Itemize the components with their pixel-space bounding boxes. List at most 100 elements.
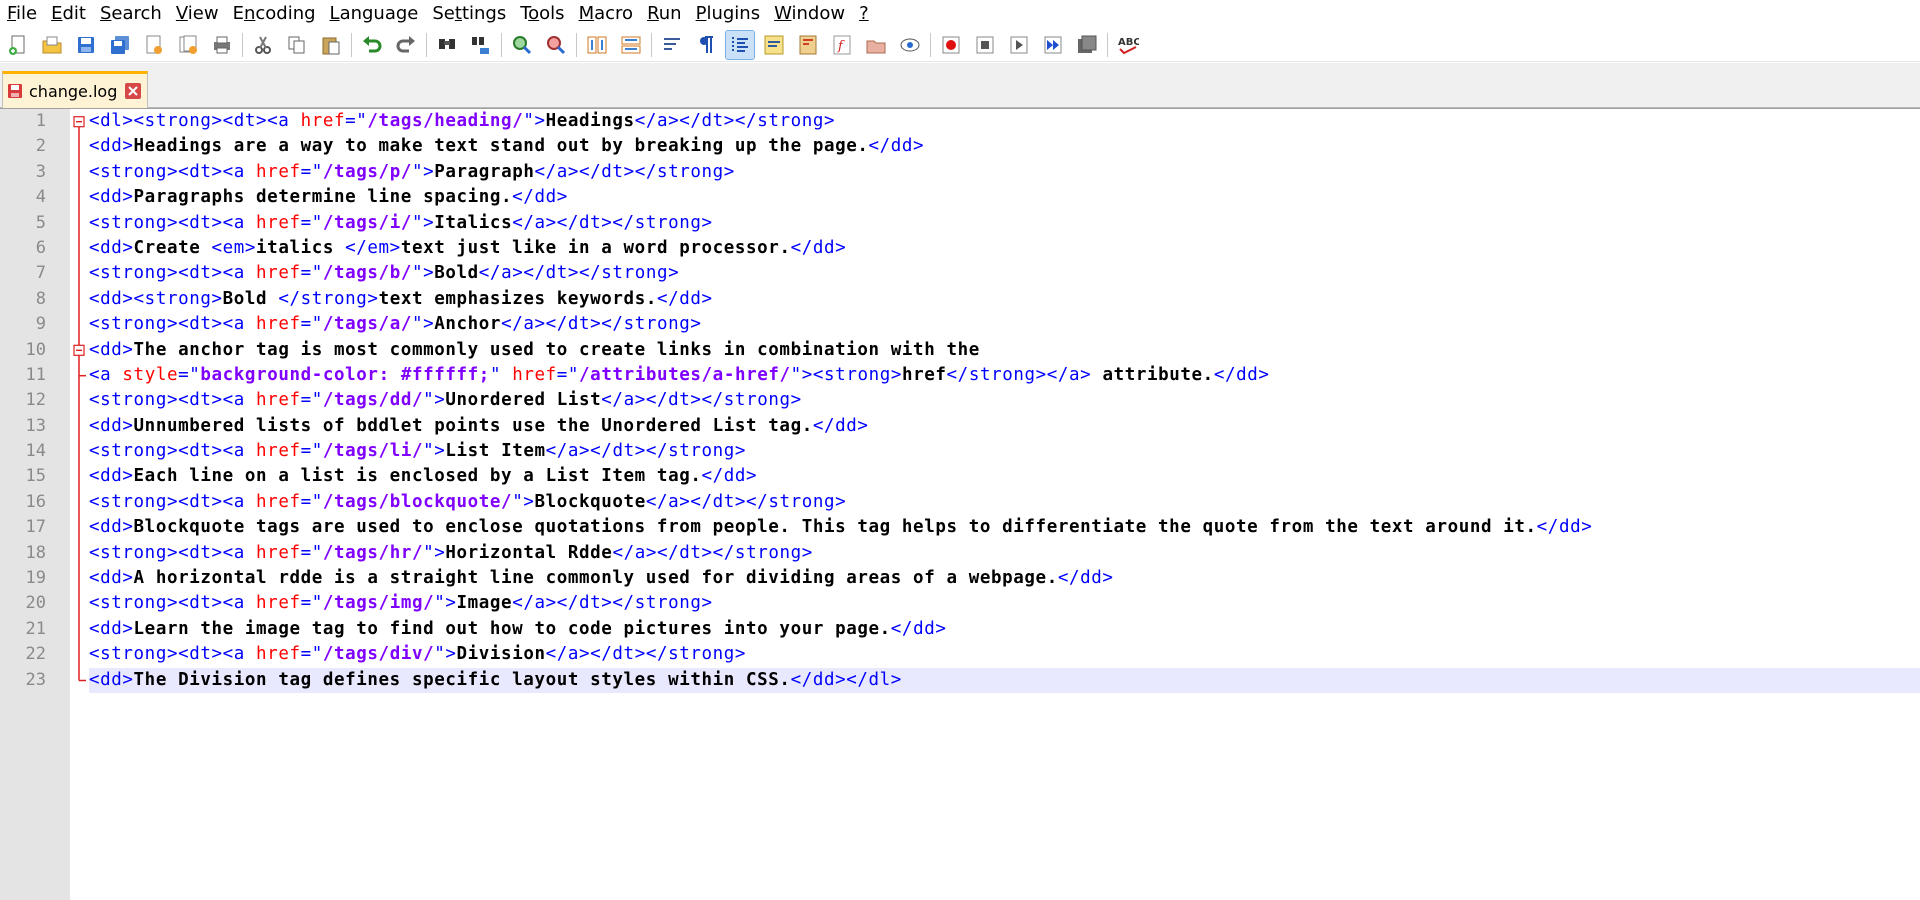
find-icon[interactable] [433, 31, 461, 59]
code-line[interactable]: <dd>Create <em>italics </em>text just li… [89, 236, 1920, 261]
menu-tools[interactable]: Tools [513, 0, 571, 27]
close-all-icon[interactable] [174, 31, 202, 59]
replace-icon[interactable] [467, 31, 495, 59]
word-wrap-icon[interactable] [658, 31, 686, 59]
code-line[interactable]: <strong><dt><a href="/tags/div/">Divisio… [89, 642, 1920, 667]
menu-window[interactable]: Window [767, 0, 852, 27]
editor-area[interactable]: 1 2 3 4 5 6 7 8 9 10 11 12 13 14 15 16 17 18 19 20 21 22 23 <d… [0, 108, 1920, 900]
cut-icon[interactable] [249, 31, 277, 59]
play-macro-icon[interactable] [1005, 31, 1033, 59]
code-token: <dd> [89, 517, 134, 538]
line-number: 7 [35, 263, 46, 284]
code-token: /tags/heading/ [367, 111, 524, 131]
menu-file[interactable]: File [0, 0, 44, 27]
code-line[interactable]: <strong><dt><a href="/tags/hr/">Horizont… [89, 541, 1920, 566]
code-line[interactable]: <dd>The anchor tag is most commonly used… [89, 338, 1920, 363]
save-icon[interactable] [72, 31, 100, 59]
menu-mnemonic: E [51, 3, 63, 24]
code-line[interactable]: <dd>The Division tag defines specific la… [89, 667, 1920, 693]
code-line[interactable]: <dd>Each line on a list is enclosed by a… [89, 464, 1920, 489]
close-icon[interactable] [140, 31, 168, 59]
code-token: /tags/hr/ [322, 542, 424, 563]
code-token: </a></dt></strong> [512, 212, 713, 233]
menu-plugins[interactable]: Plugins [689, 0, 767, 27]
code-token: "> [411, 212, 435, 233]
menu-language[interactable]: Language [323, 0, 426, 27]
code-token: Paragraphs determine line spacing. [133, 187, 513, 208]
menu-view[interactable]: View [169, 0, 226, 27]
menu-help[interactable]: ? [852, 0, 876, 27]
code-token: <dd> [89, 136, 134, 157]
print-icon[interactable] [208, 31, 236, 59]
code-line[interactable]: <strong><dt><a href="/tags/li/">List Ite… [89, 439, 1920, 464]
code-token: Unnumbered lists of bddlet points use th… [133, 415, 813, 436]
code-line[interactable]: <strong><dt><a href="/tags/blockquote/">… [89, 490, 1920, 515]
code-line[interactable]: <dl><strong><dt><a href="/tags/heading/"… [89, 109, 1920, 134]
code-token: Horizontal Rdde [445, 542, 613, 563]
folder-workspace-icon[interactable] [862, 31, 890, 59]
toolbar-separator [576, 32, 577, 57]
code-line[interactable]: <dd>Paragraphs determine line spacing.</… [89, 185, 1920, 210]
run-macro-multiple-icon[interactable] [1039, 31, 1067, 59]
code-token: text emphasizes keywords. [378, 288, 657, 309]
doc-map-icon[interactable] [794, 31, 822, 59]
open-file-icon[interactable] [38, 31, 66, 59]
code-token: Unordered List [445, 390, 602, 411]
redo-icon[interactable] [392, 31, 420, 59]
menu-encoding[interactable]: Encoding [226, 0, 323, 27]
code-token: </dd> [512, 187, 568, 208]
sync-vertical-icon[interactable] [583, 31, 611, 59]
undo-icon[interactable] [358, 31, 386, 59]
record-macro-icon[interactable] [937, 31, 965, 59]
menu-mnemonic: n [243, 3, 256, 24]
code-line[interactable]: <dd>Blockquote tags are used to enclose … [89, 515, 1920, 540]
code-line[interactable]: <strong><dt><a href="/tags/a/">Anchor</a… [89, 312, 1920, 337]
zoom-out-icon[interactable] [542, 31, 570, 59]
code-text[interactable]: <dl><strong><dt><a href="/tags/heading/"… [89, 109, 1920, 693]
code-token: </a></dt></strong> [545, 644, 747, 665]
code-token: /tags/div/ [322, 644, 435, 665]
stop-record-icon[interactable] [971, 31, 999, 59]
show-all-chars-icon[interactable] [692, 31, 720, 59]
sync-horizontal-icon[interactable] [617, 31, 645, 59]
code-line[interactable]: <dd>Learn the image tag to find out how … [89, 617, 1920, 642]
monitoring-icon[interactable] [896, 31, 924, 59]
code-token: <strong><dt><a [89, 390, 257, 411]
line-number: 11 [25, 364, 46, 385]
copy-icon[interactable] [283, 31, 311, 59]
code-token: /tags/a/ [322, 314, 412, 335]
spell-check-icon[interactable]: ABC [1114, 31, 1142, 59]
menu-bar: File Edit Search View Encoding Language Settin… [0, 0, 1920, 27]
fold-margin[interactable] [70, 109, 88, 900]
close-tab-icon[interactable] [125, 83, 142, 99]
menu-macro[interactable]: Macro [572, 0, 640, 27]
menu-run[interactable]: Run [640, 0, 689, 27]
code-line[interactable]: <strong><dt><a href="/tags/p/">Paragraph… [89, 160, 1920, 185]
code-token: </a></dt></strong> [512, 593, 713, 614]
code-token: href [256, 161, 301, 182]
menu-edit[interactable]: Edit [44, 0, 93, 27]
code-line[interactable]: <strong><dt><a href="/tags/b/">Bold</a><… [89, 261, 1920, 286]
code-token: href [256, 390, 301, 411]
code-token: style [122, 364, 179, 385]
indent-guide-icon[interactable] [725, 29, 755, 60]
code-line[interactable]: <a style="background-color: #ffffff;" hr… [89, 363, 1920, 388]
new-file-icon[interactable] [4, 31, 32, 59]
code-line[interactable]: <dd>Unnumbered lists of bddlet points us… [89, 414, 1920, 439]
menu-search[interactable]: Search [93, 0, 169, 27]
menu-settings[interactable]: Settings [425, 0, 513, 27]
function-list-icon[interactable]: f [828, 31, 856, 59]
code-line[interactable]: <dd>A horizontal rdde is a straight line… [89, 566, 1920, 591]
code-line[interactable]: <strong><dt><a href="/tags/dd/">Unordere… [89, 388, 1920, 413]
tab-change-log[interactable]: change.log [2, 71, 148, 108]
paste-icon[interactable] [317, 31, 345, 59]
code-line[interactable]: <strong><dt><a href="/tags/i/">Italics</… [89, 211, 1920, 236]
code-line[interactable]: <strong><dt><a href="/tags/img/">Image</… [89, 591, 1920, 616]
save-all-icon[interactable] [106, 31, 134, 59]
zoom-in-icon[interactable] [508, 31, 536, 59]
udl-icon[interactable] [760, 31, 788, 59]
save-macro-icon[interactable] [1073, 31, 1101, 59]
code-line[interactable]: <dd>Headings are a way to make text stan… [89, 134, 1920, 159]
code-line[interactable]: <dd><strong>Bold </strong>text emphasize… [89, 287, 1920, 312]
code-token: /tags/b/ [322, 263, 412, 284]
